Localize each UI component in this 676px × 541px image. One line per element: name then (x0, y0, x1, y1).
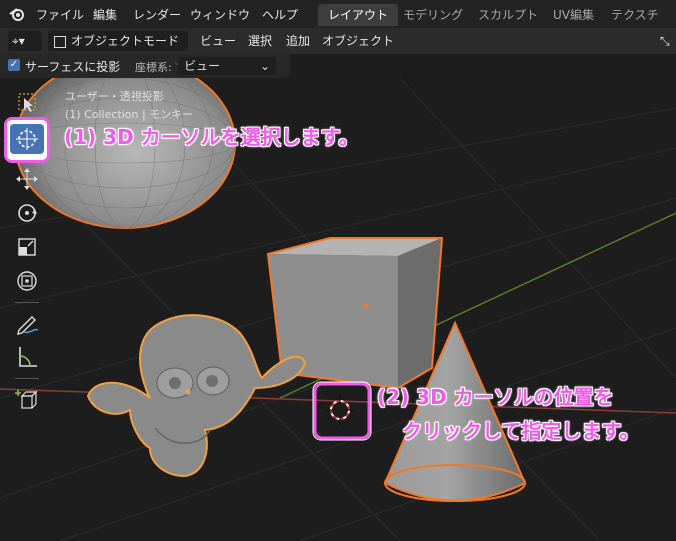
select-box-icon (18, 93, 36, 112)
step2-annotation-line1: (2) 3D カーソルの位置を (377, 385, 614, 409)
tab-uv-editing[interactable]: UV編集 (543, 4, 604, 26)
collection-info-label: (1) Collection | モンキー (65, 108, 194, 121)
blender-logo-icon[interactable] (8, 5, 26, 23)
transform-icon (17, 271, 37, 291)
transform-orientation-icon[interactable]: ⤡ (660, 31, 670, 51)
3d-cursor[interactable] (324, 394, 356, 426)
toolbar-separator (15, 302, 39, 303)
step2-annotation-line2: クリックして指定します。 (402, 419, 640, 443)
viewport-header: ⌖▾ オブジェクトモード⌄ ビュー 選択 追加 オブジェクト ⤡ (0, 28, 676, 68)
menu-select[interactable]: 選択 (248, 31, 272, 51)
tab-texture-paint[interactable]: テクスチャペ (601, 4, 676, 44)
menu-help[interactable]: ヘルプ (262, 6, 298, 23)
menu-object[interactable]: オブジェクト (322, 31, 394, 51)
view-name-label: ユーザー・透視投影 (65, 90, 164, 103)
cursor-icon (16, 128, 38, 150)
orientation-label: 座標系: (135, 61, 172, 74)
menu-window[interactable]: ウィンドウ (190, 6, 250, 23)
rotate-icon (18, 204, 37, 222)
tool-settings-bar: ✓ サーフェスに投影 座標系: ビュー ⌄ (0, 54, 290, 78)
select-box-tool[interactable] (10, 88, 44, 118)
scale-tool[interactable] (10, 232, 44, 262)
annotate-pencil-icon (17, 316, 39, 335)
menu-file[interactable]: ファイル (36, 6, 84, 23)
top-bar: ファイル 編集 レンダー ウィンドウ ヘルプ レイアウト モデリング スカルプト… (0, 0, 676, 44)
cursor-highlight-box (313, 382, 371, 440)
step1-annotation: (1) 3D カーソルを選択します。 (64, 125, 359, 149)
suzanne-monkey-object[interactable] (86, 314, 307, 478)
orientation-value: ビュー (184, 59, 221, 73)
add-cube-tool[interactable] (10, 384, 44, 414)
orientation-dropdown[interactable]: ビュー ⌄ (178, 57, 276, 75)
add-cube-icon (15, 390, 38, 409)
menu-render[interactable]: レンダー (133, 6, 181, 23)
editor-type-selector[interactable]: ⌖▾ (8, 31, 42, 51)
move-tool[interactable] (10, 164, 44, 194)
menu-view[interactable]: ビュー (200, 31, 236, 51)
surface-project-checkbox[interactable]: ✓ (8, 59, 20, 71)
toolbar-separator (15, 378, 39, 379)
tab-modeling[interactable]: モデリング (393, 4, 473, 26)
measure-ruler-icon (19, 347, 37, 367)
mode-selector[interactable]: オブジェクトモード⌄ (48, 31, 188, 68)
rotate-tool[interactable] (10, 198, 44, 228)
surface-project-label: サーフェスに投影 (25, 60, 121, 74)
menu-add[interactable]: 追加 (286, 31, 310, 51)
tab-layout[interactable]: レイアウト (318, 4, 399, 26)
chevron-down-icon: ⌄ (259, 59, 270, 73)
annotate-tool[interactable] (10, 308, 44, 338)
transform-tool[interactable] (10, 266, 44, 296)
scale-icon (18, 238, 36, 256)
move-icon (16, 168, 38, 190)
mode-label: オブジェクトモード (71, 34, 180, 48)
measure-tool[interactable] (10, 342, 44, 372)
mode-icon (54, 35, 66, 48)
tab-sculpt[interactable]: スカルプト (468, 4, 548, 26)
menu-edit[interactable]: 編集 (93, 6, 117, 23)
cursor-tool[interactable] (10, 124, 44, 154)
editor-type-icon: ⌖▾ (12, 34, 25, 48)
